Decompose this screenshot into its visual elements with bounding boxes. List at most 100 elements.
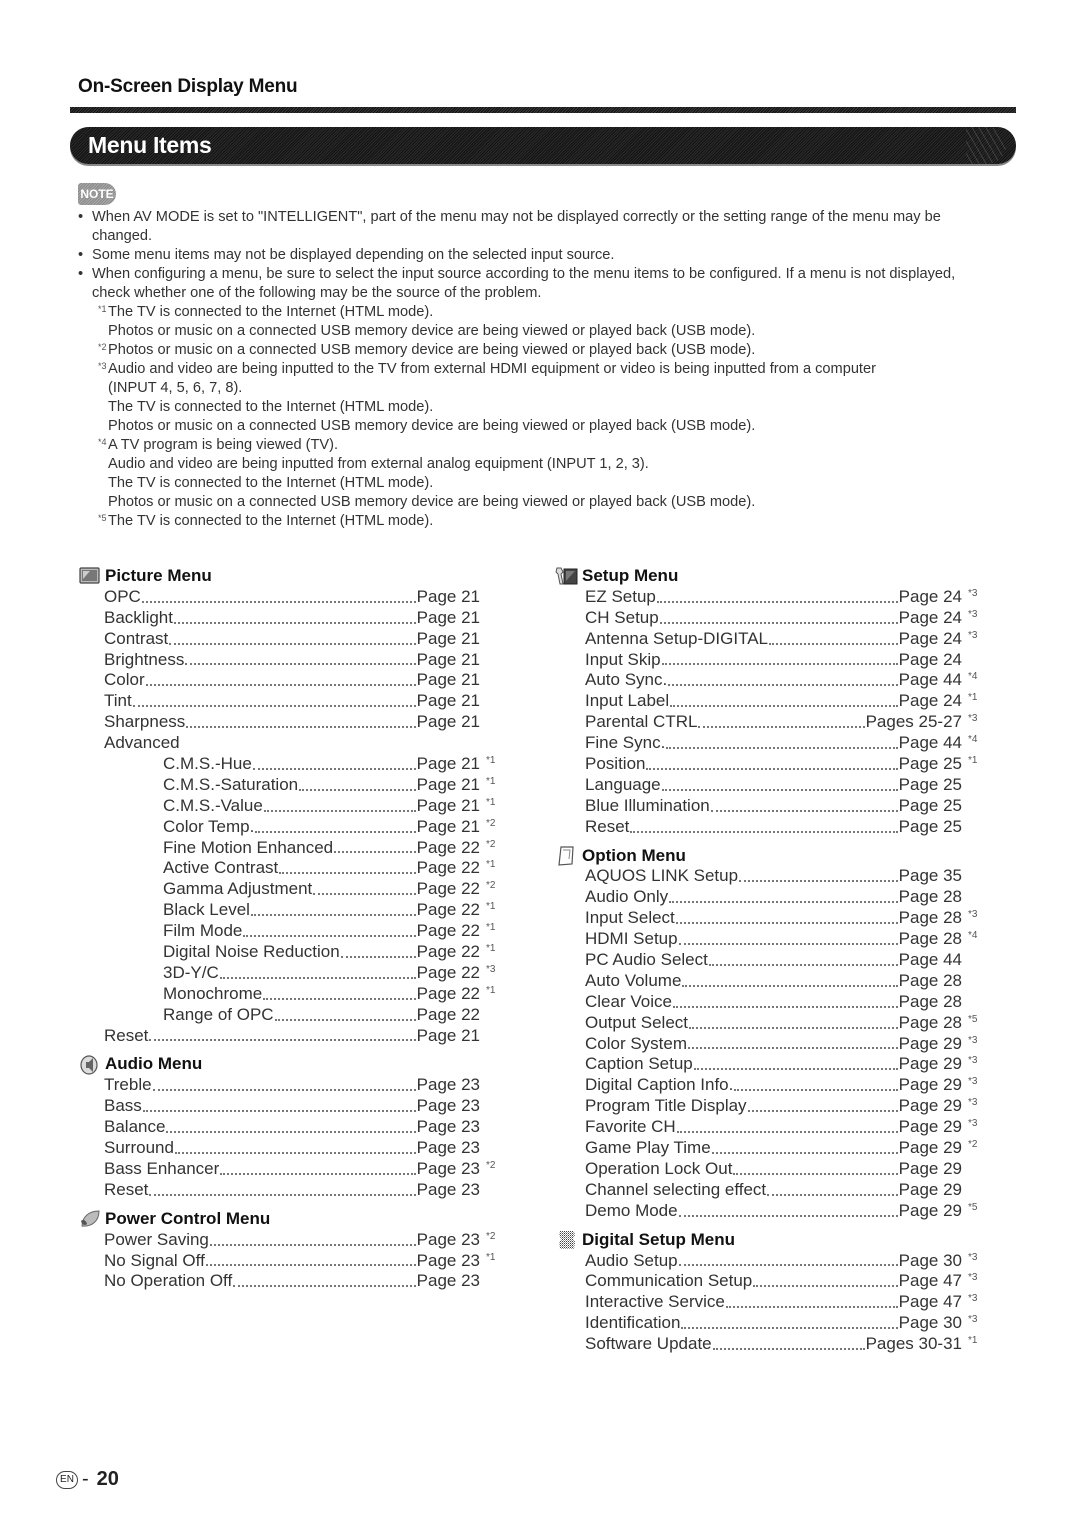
menu-item-name: Caption Setup [585, 1054, 693, 1074]
leader-dots [340, 955, 416, 958]
menu-item: Bass Enhancer Page 23 *2 [78, 1159, 495, 1180]
leader-dots [149, 1193, 416, 1196]
menu-item: Channel selecting effect Page 29 [555, 1180, 962, 1201]
leader-dots [646, 767, 898, 770]
menu-item-name: Demo Mode [585, 1200, 678, 1220]
page-reference: Page 22 [416, 837, 480, 857]
leader-dots [174, 1151, 416, 1154]
menu-item-name: Brightness [104, 649, 185, 669]
menu-item: Communication Setup Page 47 *3 [555, 1271, 977, 1292]
footnote-ref: *3 [968, 608, 978, 620]
menu-item-list: Audio Setup Page 30 *3 Communication Setup P… [555, 1251, 995, 1355]
page-reference: Page 23 [416, 1271, 480, 1291]
page-reference: Page 30 [898, 1250, 962, 1270]
page-reference: Page 25 [898, 816, 962, 836]
footnote-ref: *3 [968, 1251, 978, 1263]
footnote-ref: *3 [968, 713, 978, 725]
leader-dots [279, 871, 416, 875]
footnote-line: Photos or music on a connected USB memor… [108, 494, 756, 510]
menu-item-name: OPC [104, 586, 141, 606]
page-reference: Page 25 [898, 795, 962, 815]
menu-item-name: Contrast [104, 628, 169, 648]
menu-item: HDMI Setup Page 28 *4 [555, 929, 977, 950]
leader-dots [132, 704, 416, 708]
footnote-ref: *3 [968, 1314, 978, 1326]
page-reference: Page 23 [416, 1250, 480, 1270]
menu-item: Audio Setup Page 30 *3 [555, 1250, 977, 1272]
menu-item: Clear Voice Page 28 [555, 992, 962, 1013]
menu-item: Fine Sync. Page 44 *4 [555, 733, 977, 754]
menu-item: C.M.S.-Value Page 21 *1 [78, 795, 495, 817]
menu-heading: Setup Menu [555, 566, 995, 587]
menu-item-name: Input Skip [585, 649, 661, 669]
menu-item-name: Identification [585, 1313, 681, 1333]
footnote-ref: *3 [968, 629, 978, 641]
page-reference: Page 22 [416, 879, 480, 899]
footnote-ref: *3 [968, 1118, 978, 1130]
page-reference: Page 29 [898, 1200, 962, 1220]
note-bullet: Some menu items may not be displayed dep… [78, 246, 988, 265]
leader-dots [145, 683, 416, 687]
page-reference: Page 22 [416, 983, 480, 1003]
picture-menu: Picture Menu OPC Page 21 Backlight Page 21 C… [78, 566, 508, 1046]
note-badge: NOTE [78, 183, 116, 205]
menu-item: Language Page 25 [555, 775, 962, 796]
footnote-mark: *4 [98, 437, 107, 447]
menu-item: Position Page 25 *1 [555, 754, 977, 775]
digital-setup-menu: Digital Setup Menu Audio Setup Page 30 *3 C… [555, 1230, 995, 1355]
menu-item: Range of OPC Page 22 [78, 1005, 480, 1026]
menu-item-name: C.M.S.-Value [163, 795, 263, 815]
menu-item-name: Digital Noise Reduction [163, 942, 340, 962]
menu-item: Digital Caption Info. Page 29 *3 [555, 1075, 977, 1096]
menu-item-name: Balance [104, 1117, 166, 1137]
menu-item-list: OPC Page 21 Backlight Page 21 Contrast Page 2… [78, 587, 508, 754]
footnote-line: The TV is connected to the Internet (HTM… [108, 399, 434, 415]
page-reference: Page 28 [898, 929, 962, 949]
menu-item: Reset Page 23 [78, 1180, 480, 1201]
leader-dots [676, 1130, 898, 1134]
menu-heading: Digital Setup Menu [555, 1230, 995, 1251]
page-reference: Page 24 [898, 691, 962, 711]
footnote-ref: *1 [968, 1335, 978, 1347]
menu-item-name: PC Audio Select [585, 950, 708, 970]
digital-setup-icon [555, 1230, 579, 1250]
menu-item-name: 3D-Y/C [163, 962, 219, 982]
page-reference: Page 29 [898, 1138, 962, 1158]
footnote-ref: *2 [968, 1139, 978, 1151]
leader-dots [672, 1005, 898, 1008]
page-reference: Page 21 [416, 712, 480, 732]
menu-item-name: Fine Motion Enhanced [163, 837, 334, 857]
menu-item: Contrast Page 21 [78, 629, 480, 650]
footnote: *5 The TV is connected to the Internet (H… [78, 512, 988, 531]
footnote-ref: *1 [968, 692, 978, 704]
leader-dots [734, 1088, 898, 1092]
footnote-ref: *2 [486, 1230, 496, 1242]
right-column: Setup Menu EZ Setup Page 24 *3 CH Setup Page… [555, 566, 995, 1355]
menu-item-name: Black Level [163, 900, 250, 920]
leader-dots [233, 1284, 416, 1288]
menu-title: Power Control Menu [105, 1208, 271, 1228]
menu-item: Color System Page 29 *3 [555, 1034, 977, 1055]
leader-dots [142, 1109, 416, 1113]
leader-dots [630, 830, 898, 833]
menu-item: Surround Page 23 [78, 1138, 480, 1159]
footnote-line: Audio and video are being inputted from … [108, 456, 649, 472]
page-reference: Page 21 [416, 1025, 480, 1045]
menu-item-name: Auto Sync. [585, 670, 668, 690]
page-reference: Page 29 [898, 1179, 962, 1199]
page-reference: Page 22 [416, 900, 480, 920]
menu-item-name: Monochrome [163, 983, 263, 1003]
page-reference: Page 21 [416, 754, 480, 774]
leader-dots [313, 892, 416, 896]
menu-item: EZ Setup Page 24 *3 [555, 587, 977, 608]
menu-item-name: Channel selecting effect [585, 1179, 767, 1199]
footnote-line: (INPUT 4, 5, 6, 7, 8). [108, 380, 243, 396]
menu-item: Gamma Adjustment Page 22 *2 [78, 879, 495, 900]
page-reference: Page 22 [416, 962, 480, 982]
footnote-ref: *1 [486, 755, 496, 767]
menu-item: Monochrome Page 22 *1 [78, 983, 495, 1005]
leader-dots [334, 850, 416, 854]
menu-item-name: Advanced [104, 733, 180, 753]
leader-dots [149, 1038, 416, 1042]
page-reference: Page 35 [898, 866, 962, 886]
